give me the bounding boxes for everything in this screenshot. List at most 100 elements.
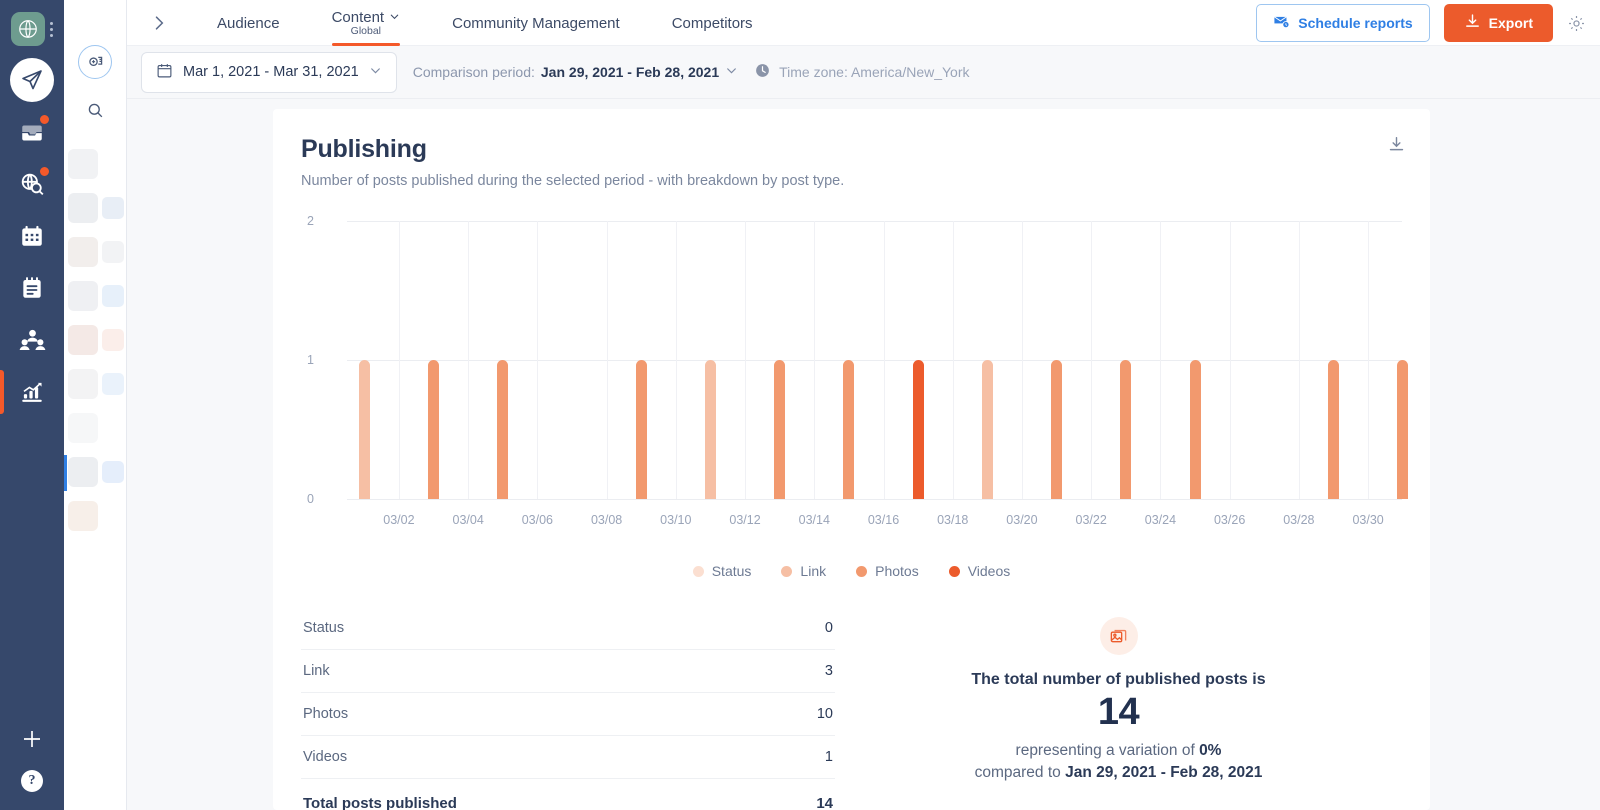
chart-bar[interactable]: [636, 360, 647, 499]
sidebar-item-inbox[interactable]: [0, 106, 64, 158]
chart-bar[interactable]: [359, 360, 370, 499]
tab-community-management[interactable]: Community Management: [426, 0, 646, 46]
tab-competitors[interactable]: Competitors: [646, 0, 779, 46]
add-account-icon[interactable]: [78, 45, 112, 79]
list-item[interactable]: [64, 143, 127, 187]
x-axis-tick: 03/18: [937, 513, 968, 527]
topbar-actions: Schedule reports Export: [1256, 0, 1600, 46]
card-subtitle: Number of posts published during the sel…: [301, 173, 1402, 189]
summary-variation-prefix: representing a variation of: [1016, 742, 1195, 759]
schedule-reports-label: Schedule reports: [1298, 15, 1412, 31]
table-row-value: 3: [825, 663, 833, 679]
nav-tabs: Audience Content Global Community Manage…: [191, 0, 779, 46]
sidebar-item-listening[interactable]: [0, 158, 64, 210]
tab-content[interactable]: Content Global: [306, 0, 427, 46]
content-scroll-area: Publishing Number of posts published dur…: [127, 99, 1600, 810]
tab-label: Competitors: [672, 15, 753, 32]
summary-line-4: compared to Jan 29, 2021 - Feb 28, 2021: [975, 764, 1263, 782]
tab-audience[interactable]: Audience: [191, 0, 306, 46]
list-item[interactable]: [64, 187, 127, 231]
timezone-display: Time zone: America/New_York: [754, 62, 969, 82]
list-item[interactable]: [64, 363, 127, 407]
x-axis-tick: 03/04: [453, 513, 484, 527]
x-axis-tick: 03/12: [729, 513, 760, 527]
chart-bar[interactable]: [428, 360, 439, 499]
summary-compared-prefix: compared to: [975, 764, 1061, 781]
chart-gridline-vertical: [1368, 221, 1369, 499]
add-button[interactable]: [20, 727, 44, 756]
table-row-label: Link: [303, 663, 330, 679]
comparison-period-label: Comparison period:: [413, 64, 535, 80]
app-logo-icon[interactable]: [11, 12, 45, 46]
chart-gridline-vertical: [1091, 221, 1092, 499]
chevron-down-icon: [725, 64, 738, 80]
gear-icon[interactable]: [1567, 14, 1586, 33]
x-axis-tick: 03/10: [660, 513, 691, 527]
sidebar-item-calendar[interactable]: [0, 210, 64, 262]
schedule-reports-button[interactable]: Schedule reports: [1256, 4, 1429, 42]
chart-bar[interactable]: [1328, 360, 1339, 499]
legend-item[interactable]: Photos: [856, 563, 919, 579]
tab-label: Community Management: [452, 15, 620, 32]
date-range-picker[interactable]: Mar 1, 2021 - Mar 31, 2021: [141, 52, 397, 93]
table-row-value: 1: [825, 749, 833, 765]
list-item[interactable]: [64, 407, 127, 451]
legend-item[interactable]: Status: [693, 563, 752, 579]
y-axis-tick: 0: [307, 492, 314, 506]
x-axis-tick: 03/28: [1283, 513, 1314, 527]
legend-label: Status: [712, 563, 752, 579]
chart-bar[interactable]: [1120, 360, 1131, 499]
table-row-label: Status: [303, 620, 344, 636]
help-icon[interactable]: ?: [21, 770, 43, 792]
list-item[interactable]: [64, 495, 127, 539]
list-item[interactable]: [64, 451, 127, 495]
listening-badge: [39, 166, 50, 177]
rail-bottom-area: ?: [20, 727, 44, 810]
legend-item[interactable]: Videos: [949, 563, 1011, 579]
chart-bar[interactable]: [843, 360, 854, 499]
chart-gridline-vertical: [399, 221, 400, 499]
chart-bar[interactable]: [774, 360, 785, 499]
summary-variation-value: 0%: [1199, 742, 1221, 759]
sidebar-item-publish[interactable]: [0, 54, 64, 106]
sidebar-item-analytics[interactable]: [0, 366, 64, 418]
chart-bar[interactable]: [497, 360, 508, 499]
legend-label: Photos: [875, 563, 919, 579]
table-row: Videos1: [301, 736, 835, 779]
chart-bar[interactable]: [1397, 360, 1408, 499]
chart-bar[interactable]: [982, 360, 993, 499]
table-row: Link 3: [301, 650, 835, 693]
chart-bar[interactable]: [705, 360, 716, 499]
list-item[interactable]: [64, 231, 127, 275]
accounts-panel: [64, 0, 127, 810]
sidebar-item-community[interactable]: [0, 314, 64, 366]
chevron-down-icon: [369, 64, 382, 81]
list-item[interactable]: [64, 319, 127, 363]
brand-row: [11, 12, 53, 46]
x-axis-tick: 03/02: [383, 513, 414, 527]
chart-gridline-vertical: [745, 221, 746, 499]
table-row: Status0: [301, 607, 835, 650]
chevron-right-icon[interactable]: [127, 0, 191, 46]
summary-line-3: representing a variation of 0%: [1016, 742, 1222, 760]
chart-bar[interactable]: [913, 360, 924, 499]
legend-item[interactable]: Link: [781, 563, 826, 579]
sidebar-item-notes[interactable]: [0, 262, 64, 314]
chart-legend: Status Link Photos Videos: [301, 563, 1402, 579]
table-row: Photos10: [301, 693, 835, 736]
search-icon[interactable]: [86, 101, 105, 125]
tab-sublabel: Global: [351, 25, 381, 37]
chart-gridline: [347, 221, 1402, 222]
summary-line-1: The total number of published posts is: [971, 671, 1265, 689]
x-axis-tick: 03/06: [522, 513, 553, 527]
tab-label: Content: [332, 9, 385, 26]
list-item[interactable]: [64, 275, 127, 319]
card-download-icon[interactable]: [1387, 135, 1406, 159]
chart-bar[interactable]: [1190, 360, 1201, 499]
chart-bar[interactable]: [1051, 360, 1062, 499]
y-axis-tick: 1: [307, 353, 314, 367]
table-total-label: Total posts published: [303, 795, 457, 810]
more-options-icon[interactable]: [50, 22, 53, 37]
comparison-period-selector[interactable]: Comparison period: Jan 29, 2021 - Feb 28…: [413, 64, 738, 80]
export-button[interactable]: Export: [1444, 4, 1553, 42]
